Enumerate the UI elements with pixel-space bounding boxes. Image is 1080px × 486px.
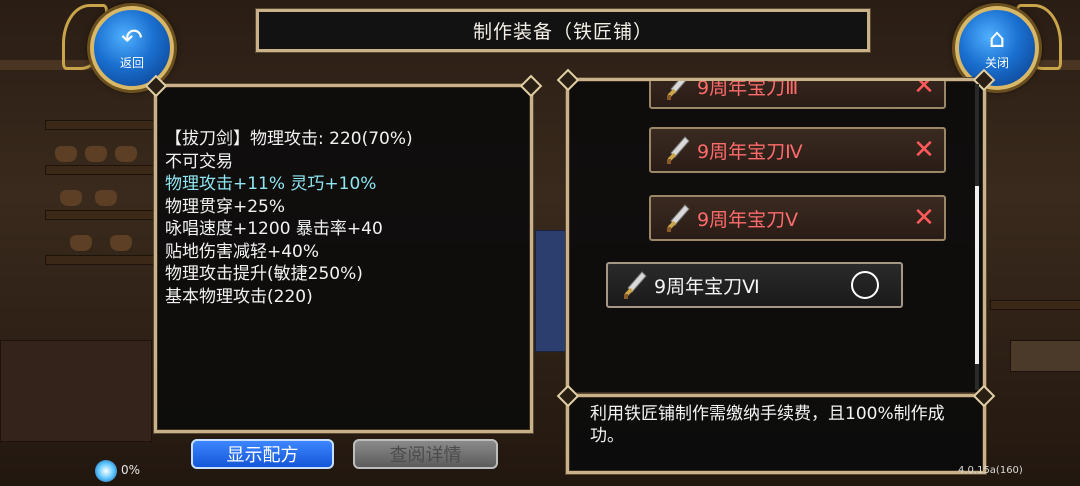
house-icon: ⌂ xyxy=(988,23,1006,54)
return-arrow-icon: ↶ xyxy=(121,23,143,54)
stat-line: 基本物理攻击(220) xyxy=(165,286,313,307)
version-label: 4.0.15a(160) xyxy=(958,465,1023,476)
recipe-item[interactable]: 9周年宝刀Ⅴ ✕ xyxy=(649,195,946,241)
recipe-name: 9周年宝刀Ⅴ xyxy=(697,208,799,231)
status-percent: 0% xyxy=(121,463,141,477)
recipe-item-selected[interactable]: 9周年宝刀Ⅵ xyxy=(606,262,903,308)
sword-icon xyxy=(624,271,647,299)
item-stats: 【拔刀剑】物理攻击: 220(70%) 不可交易 物理攻击+11% 灵巧+10%… xyxy=(165,128,413,308)
stat-line: 物理攻击提升(敏捷250%) xyxy=(165,264,363,284)
recipe-name: 9周年宝刀Ⅵ xyxy=(654,275,760,298)
info-text: 利用铁匠铺制作需缴纳手续费，且100%制作成功。 xyxy=(590,404,945,446)
recipe-name: 9周年宝刀Ⅳ xyxy=(697,140,803,163)
unavailable-x-icon: ✕ xyxy=(913,81,935,101)
unavailable-x-icon: ✕ xyxy=(913,203,935,233)
stat-line: 咏唱速度+1200 暴击率+40 xyxy=(165,219,383,239)
unavailable-x-icon: ✕ xyxy=(913,135,935,165)
back-button[interactable]: ↶ 返回 xyxy=(90,6,174,90)
show-recipe-button[interactable]: 显示配方 xyxy=(191,439,334,469)
stat-line: 【拔刀剑】物理攻击: 220(70%) xyxy=(165,129,413,149)
scrollbar-thumb[interactable] xyxy=(975,186,979,364)
stat-line: 不可交易 xyxy=(165,151,233,172)
available-circle-icon xyxy=(851,271,879,299)
recipe-item[interactable]: 9周年宝刀Ⅲ ✕ xyxy=(649,81,946,109)
stat-line: 物理贯穿+25% xyxy=(165,196,286,217)
recipe-item[interactable]: 9周年宝刀Ⅳ ✕ xyxy=(649,127,946,173)
sword-icon xyxy=(667,136,690,164)
recipe-list[interactable]: 9周年宝刀Ⅲ ✕ 9周年宝刀Ⅳ ✕ 9周年宝刀Ⅴ ✕ 9周年宝刀Ⅵ xyxy=(571,81,971,391)
back-label: 返回 xyxy=(119,55,144,70)
window-title: 制作装备（铁匠铺） xyxy=(255,8,871,53)
globe-icon xyxy=(95,460,117,482)
stat-line: 物理攻击+11% 灵巧+10% xyxy=(165,174,377,194)
sword-icon xyxy=(667,204,690,232)
stat-line: 贴地伤害减轻+40% xyxy=(165,241,320,262)
sword-icon xyxy=(667,81,687,100)
recipe-name: 9周年宝刀Ⅲ xyxy=(697,81,799,99)
close-label: 关闭 xyxy=(984,55,1009,70)
view-details-button[interactable]: 查阅详情 xyxy=(353,439,498,469)
